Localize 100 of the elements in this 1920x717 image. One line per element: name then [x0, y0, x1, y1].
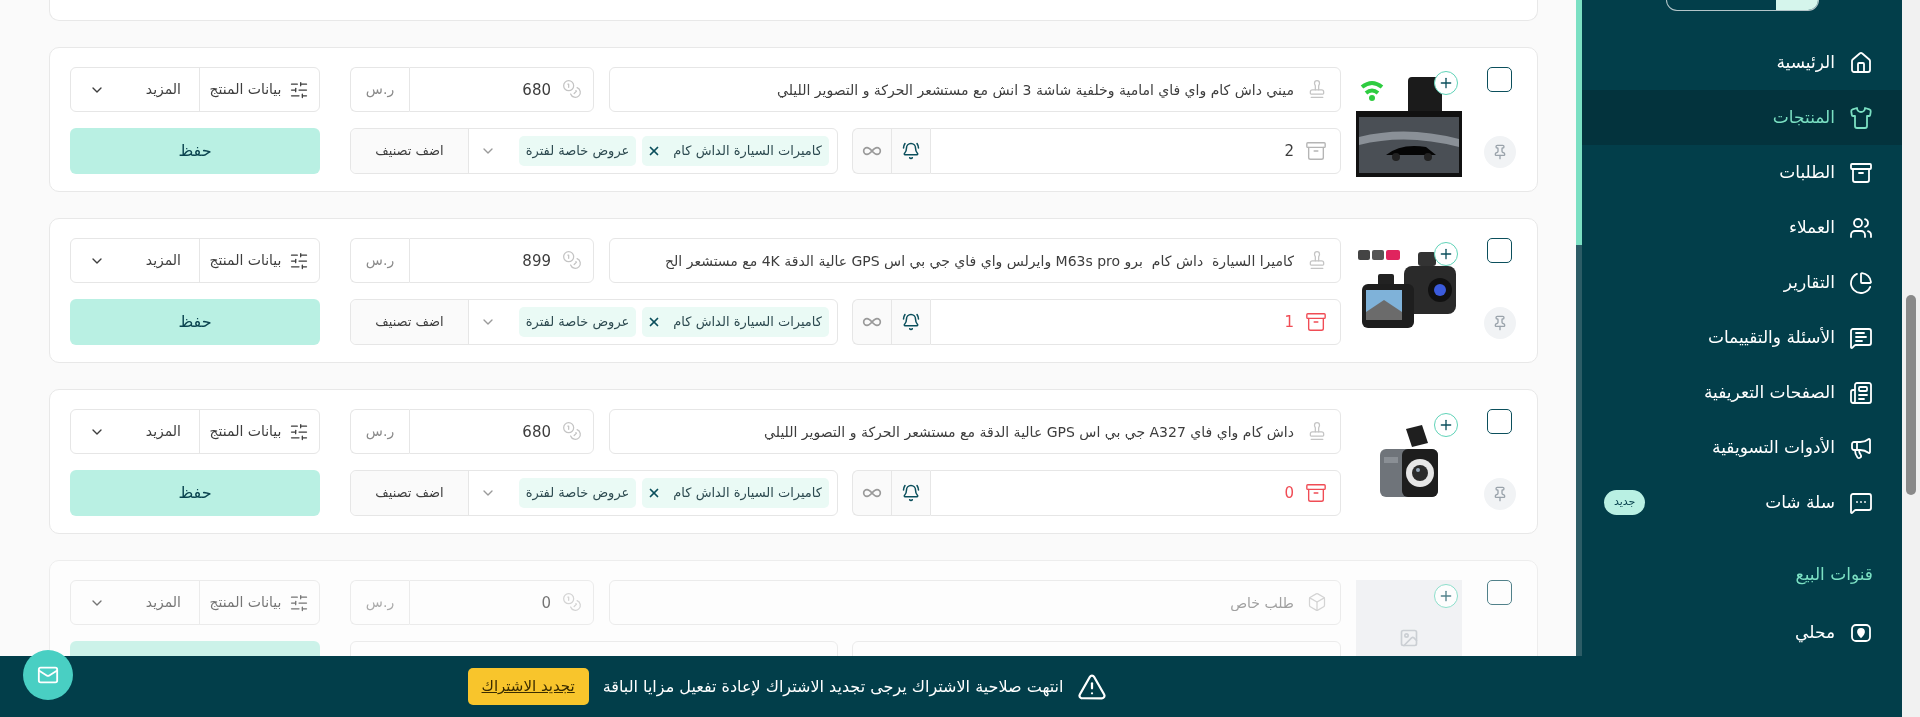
pin-button[interactable]	[1483, 478, 1516, 510]
category-tag: عروض خاصة لفترة	[518, 136, 637, 166]
sidebar-label: محلي	[1795, 620, 1835, 645]
box-icon	[1305, 140, 1327, 162]
page-scrollbar[interactable]	[1902, 0, 1920, 717]
product-data-button[interactable]: بيانات المنتج	[199, 410, 319, 453]
box-icon	[1849, 160, 1873, 185]
mail-icon	[37, 664, 59, 686]
image-placeholder-icon	[1399, 627, 1419, 648]
category-field[interactable]: كاميرات السيارة الداش كام عروض خاصة لفترة اضف تصنيف	[350, 128, 838, 174]
add-category-button[interactable]: اضف تصنيف	[351, 129, 469, 173]
content-scrollbar[interactable]	[1576, 0, 1582, 656]
section-heading: قنوات البيع	[1795, 563, 1873, 587]
sidebar-item[interactable]: سلة شات جديد	[1582, 475, 1902, 530]
plus-icon	[1438, 417, 1454, 433]
plus-icon	[1438, 246, 1454, 262]
bell-icon	[902, 313, 920, 331]
save-button[interactable]: حفظ	[70, 128, 320, 174]
bell-icon	[902, 142, 920, 160]
stamp-icon	[1307, 421, 1327, 441]
newspaper-icon	[1849, 380, 1873, 405]
save-button[interactable]: حفظ	[70, 299, 320, 345]
sidebar-item[interactable]: الرئيسية	[1582, 35, 1902, 90]
category-tag: عروض خاصة لفترة	[518, 478, 637, 508]
sidebar-item[interactable]: الطلبات	[1582, 145, 1902, 200]
sidebar-item[interactable]: المنتجات	[1582, 90, 1902, 145]
product-data-button[interactable]: بيانات المنتج	[199, 68, 319, 111]
name-field[interactable]: كاميرا السيارة داش كام برو M63s pro وايرلس واي فاي جي بي اس GPS عالية الدقة 4K مع مستشعر الح	[609, 238, 1341, 283]
coins-icon	[562, 592, 582, 612]
sidebar-item[interactable]: الصفحات التعريفية	[1582, 365, 1902, 420]
currency-label: ر.س	[350, 409, 409, 454]
notify-button[interactable]	[891, 470, 930, 516]
sidebar-label: الأسئلة والتقييمات	[1707, 325, 1835, 349]
name-field[interactable]: داش كام واي فاي A327 جي بي اس GPS عالية الدقة مع مستشعر الحركة و التصوير الليلي	[609, 409, 1341, 454]
plus-icon	[1438, 588, 1454, 604]
stock-field[interactable]: 2	[930, 128, 1341, 174]
more-dropdown[interactable]: المزيد	[71, 410, 199, 453]
sidebar-label: التقارير	[1783, 270, 1835, 294]
category-tag: كاميرات السيارة الداش كام	[642, 478, 829, 508]
sidebar-label: الصفحات التعريفية	[1704, 380, 1835, 404]
sliders-icon	[289, 79, 310, 100]
chat-icon	[1849, 490, 1873, 515]
notify-button[interactable]	[891, 128, 930, 174]
stock-field[interactable]: 1	[930, 299, 1341, 345]
sidebar-item[interactable]: الأدوات التسويقية	[1582, 420, 1902, 475]
banner-message: انتهت صلاحية الاشتراك يرجى تجديد الاشتراك لإعادة تفعيل مزايا الباقة	[602, 675, 1064, 699]
pie-chart-icon	[1849, 270, 1873, 295]
coins-icon	[562, 250, 582, 270]
sidebar-label: المنتجات	[1772, 105, 1835, 129]
stock-field[interactable]: 0	[930, 470, 1341, 516]
sidebar-item[interactable]: محلي	[1582, 605, 1902, 660]
sliders-icon	[289, 592, 310, 613]
more-dropdown[interactable]: المزيد	[71, 239, 199, 282]
bell-icon	[902, 484, 920, 502]
checkbox[interactable]	[1487, 409, 1512, 434]
more-dropdown[interactable]: المزيد	[71, 68, 199, 111]
message-icon	[1849, 325, 1873, 350]
sidebar-label: العملاء	[1788, 215, 1835, 239]
sidebar-label: الأدوات التسويقية	[1712, 435, 1835, 459]
sidebar-label: الطلبات	[1779, 160, 1835, 184]
shirt-icon	[1849, 105, 1873, 130]
renew-button[interactable]: تجديد الاشتراك	[467, 668, 589, 705]
cube-icon	[1307, 592, 1327, 612]
sidebar-label: الرئيسية	[1776, 50, 1835, 74]
price-field[interactable]: 680	[409, 409, 594, 454]
users-icon	[1849, 215, 1873, 240]
add-category-button[interactable]: اضف تصنيف	[351, 471, 469, 515]
sidebar-item[interactable]: العملاء	[1582, 200, 1902, 255]
sidebar-label: سلة شات	[1765, 490, 1835, 514]
product-data-button[interactable]: بيانات المنتج	[199, 239, 319, 282]
box-icon	[1305, 311, 1327, 333]
category-tag: كاميرات السيارة الداش كام	[642, 136, 829, 166]
box-icon	[1305, 482, 1327, 504]
coins-icon	[562, 421, 582, 441]
name-field[interactable]: ميني داش كام واي فاي امامية وخلفية شاشة 3 انش مع مستشعر الحركة و التصوير الليلي	[609, 67, 1341, 112]
checkbox[interactable]	[1487, 238, 1512, 263]
currency-label: ر.س	[350, 238, 409, 283]
checkbox[interactable]	[1487, 67, 1512, 92]
currency-label: ر.س	[350, 67, 409, 112]
sidebar-item[interactable]: الأسئلة والتقييمات	[1582, 310, 1902, 365]
coins-icon	[562, 79, 582, 99]
notify-button[interactable]	[891, 299, 930, 345]
save-button[interactable]: حفظ	[70, 470, 320, 516]
sliders-icon	[289, 421, 310, 442]
sidebar-item[interactable]: التقارير	[1582, 255, 1902, 310]
category-tag: عروض خاصة لفترة	[518, 307, 637, 337]
sliders-icon	[289, 250, 310, 271]
stamp-icon	[1307, 79, 1327, 99]
new-badge: جديد	[1604, 490, 1646, 515]
plus-icon	[1438, 75, 1454, 91]
price-field[interactable]: 680	[409, 67, 594, 112]
house-icon	[1849, 50, 1873, 75]
category-field[interactable]: كاميرات السيارة الداش كام عروض خاصة لفترة اضف تصنيف	[350, 470, 838, 516]
price-field[interactable]: 899	[409, 238, 594, 283]
pin-button[interactable]	[1483, 307, 1516, 339]
add-category-button[interactable]: اضف تصنيف	[351, 300, 469, 344]
megaphone-icon	[1849, 435, 1873, 460]
category-field[interactable]: كاميرات السيارة الداش كام عروض خاصة لفترة اضف تصنيف	[350, 299, 838, 345]
pin-button[interactable]	[1483, 136, 1516, 168]
currency-label: ر.س	[350, 580, 409, 625]
